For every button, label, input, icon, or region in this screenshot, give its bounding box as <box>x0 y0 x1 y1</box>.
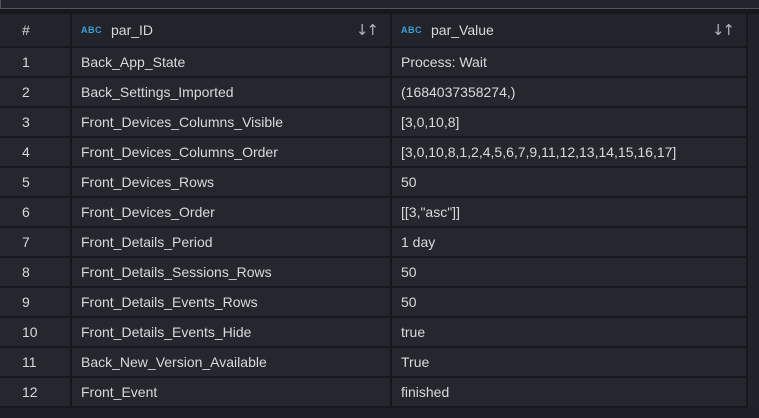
par-value-cell: 50 <box>392 258 748 288</box>
row-index-cell: 10 <box>0 318 72 348</box>
table-row: 9Front_Details_Events_Rows50 <box>0 288 759 318</box>
table-row: 12Front_Eventfinished <box>0 378 759 408</box>
par-id-cell: Back_New_Version_Available <box>72 348 392 378</box>
scroll-gutter <box>748 348 759 378</box>
table-row: 6Front_Devices_Order[[3,"asc"]] <box>0 198 759 228</box>
par-value-cell: 50 <box>392 288 748 318</box>
string-type-icon: ABC <box>81 25 102 35</box>
scroll-gutter <box>748 198 759 228</box>
table-header: # ABC par_ID ↓↑ ABC par_Value ↓↑ <box>0 14 759 48</box>
par-id-cell: Front_Devices_Columns_Visible <box>72 108 392 138</box>
row-index-cell: 8 <box>0 258 72 288</box>
table-row: 5Front_Devices_Rows50 <box>0 168 759 198</box>
column-header-par-id-label: par_ID <box>111 22 153 38</box>
par-id-cell: Back_App_State <box>72 48 392 78</box>
table-body: 1Back_App_StateProcess: Wait2Back_Settin… <box>0 48 759 408</box>
panel-above-bottom-edge <box>0 0 759 9</box>
row-index-cell: 11 <box>0 348 72 378</box>
row-index-cell: 7 <box>0 228 72 258</box>
table-row: 7Front_Details_Period1 day <box>0 228 759 258</box>
scroll-gutter <box>748 258 759 288</box>
par-value-cell: 50 <box>392 168 748 198</box>
par-id-cell: Front_Devices_Order <box>72 198 392 228</box>
row-index-cell: 2 <box>0 78 72 108</box>
column-header-par-value-label: par_Value <box>431 22 494 38</box>
par-id-cell: Back_Settings_Imported <box>72 78 392 108</box>
par-value-cell: 1 day <box>392 228 748 258</box>
scroll-gutter <box>748 48 759 78</box>
panel-footer-gap <box>0 408 759 418</box>
scroll-gutter <box>748 168 759 198</box>
table-row: 2Back_Settings_Imported(1684037358274,) <box>0 78 759 108</box>
string-type-icon: ABC <box>401 25 422 35</box>
table-row: 3Front_Devices_Columns_Visible[3,0,10,8] <box>0 108 759 138</box>
par-value-cell: (1684037358274,) <box>392 78 748 108</box>
table-row: 11Back_New_Version_AvailableTrue <box>0 348 759 378</box>
scroll-gutter <box>748 14 759 48</box>
scroll-gutter <box>748 288 759 318</box>
par-value-cell: true <box>392 318 748 348</box>
par-id-cell: Front_Devices_Columns_Order <box>72 138 392 168</box>
column-header-index-label: # <box>22 22 30 38</box>
table-row: 8Front_Details_Sessions_Rows50 <box>0 258 759 288</box>
par-value-cell: True <box>392 348 748 378</box>
sort-icon[interactable]: ↓↑ <box>356 21 390 39</box>
scroll-gutter <box>748 378 759 408</box>
par-value-cell: [3,0,10,8] <box>392 108 748 138</box>
par-id-cell: Front_Details_Events_Hide <box>72 318 392 348</box>
par-id-cell: Front_Details_Events_Rows <box>72 288 392 318</box>
scroll-gutter <box>748 138 759 168</box>
column-header-par-value[interactable]: ABC par_Value ↓↑ <box>392 14 748 48</box>
par-id-cell: Front_Devices_Rows <box>72 168 392 198</box>
scroll-gutter <box>748 78 759 108</box>
sort-icon[interactable]: ↓↑ <box>712 21 746 39</box>
table-row: 10Front_Details_Events_Hidetrue <box>0 318 759 348</box>
scroll-gutter <box>748 108 759 138</box>
scroll-gutter <box>748 228 759 258</box>
row-index-cell: 6 <box>0 198 72 228</box>
par-id-cell: Front_Details_Sessions_Rows <box>72 258 392 288</box>
row-index-cell: 1 <box>0 48 72 78</box>
row-index-cell: 12 <box>0 378 72 408</box>
row-index-cell: 3 <box>0 108 72 138</box>
row-index-cell: 9 <box>0 288 72 318</box>
par-value-cell: finished <box>392 378 748 408</box>
row-index-cell: 5 <box>0 168 72 198</box>
par-value-cell: Process: Wait <box>392 48 748 78</box>
table-row: 1Back_App_StateProcess: Wait <box>0 48 759 78</box>
par-value-cell: [3,0,10,8,1,2,4,5,6,7,9,11,12,13,14,15,1… <box>392 138 748 168</box>
par-value-cell: [[3,"asc"]] <box>392 198 748 228</box>
scroll-gutter <box>748 318 759 348</box>
par-id-cell: Front_Event <box>72 378 392 408</box>
par-id-cell: Front_Details_Period <box>72 228 392 258</box>
table-row: 4Front_Devices_Columns_Order[3,0,10,8,1,… <box>0 138 759 168</box>
column-header-index[interactable]: # <box>0 14 72 48</box>
column-header-par-id[interactable]: ABC par_ID ↓↑ <box>72 14 392 48</box>
row-index-cell: 4 <box>0 138 72 168</box>
